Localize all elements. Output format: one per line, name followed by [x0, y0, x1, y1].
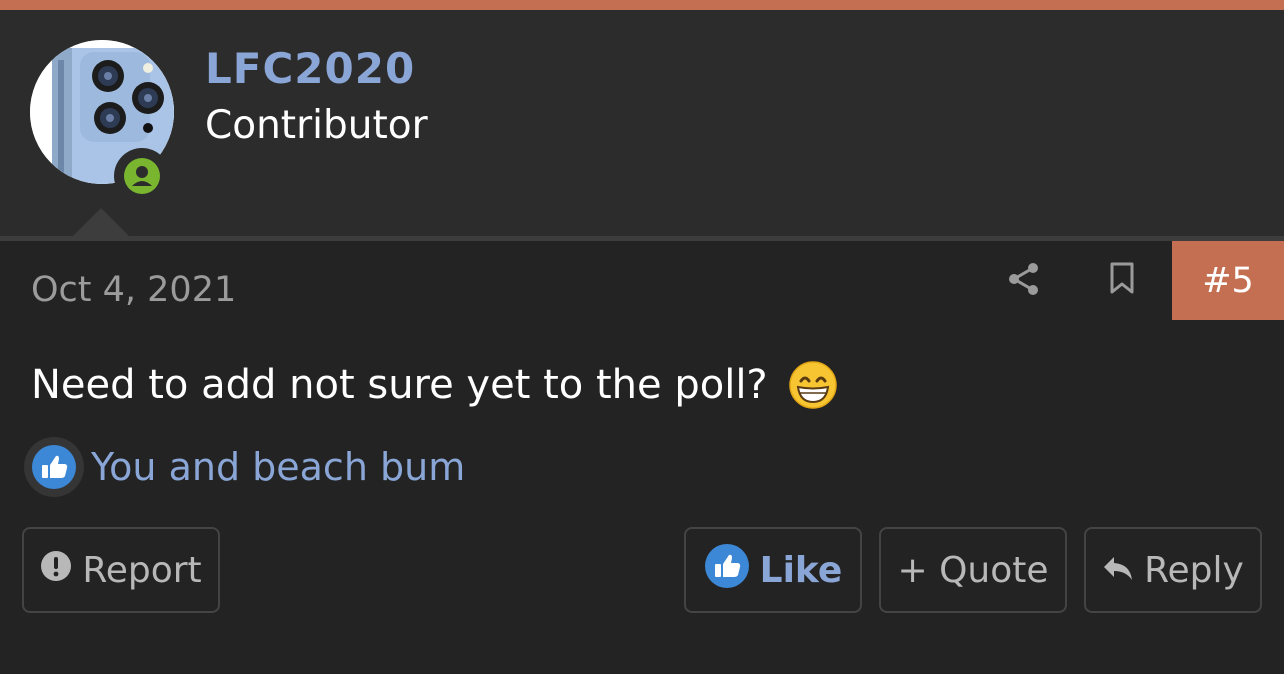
reaction-icon-wrap — [24, 437, 84, 497]
post-date[interactable]: Oct 4, 2021 — [31, 270, 236, 310]
like-button[interactable]: Like — [684, 527, 862, 613]
post-message-text: Need to add not sure yet to the poll? — [31, 362, 768, 408]
report-button[interactable]: Report — [22, 527, 220, 613]
reply-arrow-icon — [1102, 550, 1134, 591]
bookmark-icon[interactable] — [1108, 261, 1136, 295]
alert-icon — [40, 550, 72, 591]
thumbs-up-icon — [704, 543, 750, 598]
share-icon[interactable] — [1006, 261, 1042, 297]
user-title: Contributor — [205, 103, 428, 148]
post-number[interactable]: #5 — [1172, 241, 1284, 320]
header-pointer — [72, 208, 130, 237]
reaction-users-link[interactable]: You and beach bum — [91, 445, 465, 489]
reply-label: Reply — [1144, 549, 1244, 591]
report-label: Report — [82, 549, 202, 591]
online-badge — [114, 148, 170, 204]
quote-label: + Quote — [897, 549, 1049, 591]
reply-button[interactable]: Reply — [1084, 527, 1262, 613]
quote-button[interactable]: + Quote — [879, 527, 1067, 613]
accent-bar — [0, 0, 1284, 10]
thumbs-up-icon — [32, 445, 76, 489]
user-header — [0, 10, 1284, 236]
user-online-icon — [124, 158, 160, 194]
post-message: Need to add not sure yet to the poll? — [31, 360, 838, 410]
grinning-face-emoji — [788, 360, 838, 410]
header-divider — [0, 236, 1284, 241]
like-label: Like — [759, 549, 843, 591]
username-link[interactable]: LFC2020 — [205, 44, 415, 93]
reactions-bar[interactable]: You and beach bum — [24, 437, 465, 497]
